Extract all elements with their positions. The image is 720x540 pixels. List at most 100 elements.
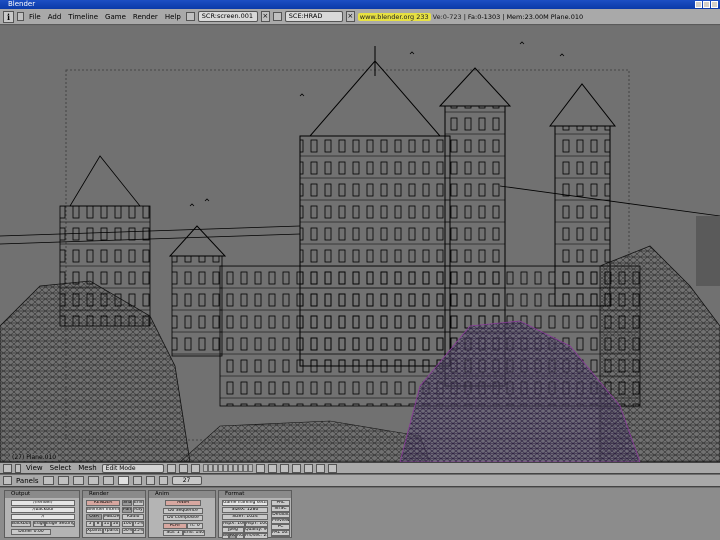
- face-select-icon[interactable]: [291, 463, 301, 473]
- shading-tab-icon[interactable]: [72, 476, 84, 485]
- size-y-field[interactable]: SizeY: 1024: [222, 514, 268, 520]
- size-75-button[interactable]: 75%: [133, 521, 144, 527]
- anim-button[interactable]: ANIM: [165, 500, 201, 506]
- ray-toggle[interactable]: Ray: [133, 507, 144, 513]
- game-framing-button[interactable]: Game framing settings: [222, 500, 268, 506]
- editing-tab-icon[interactable]: [102, 476, 114, 485]
- render-path-field[interactable]: //render/: [11, 500, 75, 506]
- do-composite-toggle[interactable]: Do Composite: [163, 515, 203, 521]
- render-button[interactable]: RENDER: [86, 500, 120, 506]
- manipulator-icon[interactable]: [190, 463, 200, 473]
- sound-settings-icon[interactable]: [158, 476, 168, 485]
- rt-field[interactable]: rt: 0: [187, 523, 203, 529]
- menu-select[interactable]: Select: [48, 464, 74, 472]
- menu-render[interactable]: Render: [131, 13, 160, 21]
- menu-game[interactable]: Game: [103, 13, 128, 21]
- yparts-field[interactable]: Yparts: 1: [103, 528, 120, 534]
- window-type-icon[interactable]: [3, 476, 12, 485]
- rgba-toggle[interactable]: RGBA: [236, 533, 244, 539]
- size-25-button[interactable]: 25%: [133, 528, 144, 534]
- size-100-button[interactable]: 100%: [122, 521, 133, 527]
- envmap-toggle[interactable]: EnvMap: [133, 500, 144, 506]
- occlude-icon[interactable]: [303, 463, 313, 473]
- play-button[interactable]: PLAY: [163, 523, 187, 529]
- current-frame-field[interactable]: 27: [171, 476, 202, 485]
- logic-tab-icon[interactable]: [42, 476, 54, 485]
- mode-select[interactable]: Edit Mode: [101, 463, 164, 473]
- blender-url-badge[interactable]: www.blender.org 233: [357, 12, 431, 21]
- header-collapse-icon[interactable]: [17, 12, 24, 21]
- start-frame-field[interactable]: Sta: 1: [163, 530, 183, 536]
- menu-mesh[interactable]: Mesh: [76, 464, 98, 472]
- dither-field[interactable]: Dither 0.00: [11, 529, 51, 535]
- fps-field[interactable]: Frs/sec: 25: [244, 533, 268, 539]
- radio-toggle[interactable]: Radio: [122, 514, 144, 520]
- menu-timeline[interactable]: Timeline: [66, 13, 100, 21]
- osa-16-button[interactable]: 16: [111, 521, 120, 527]
- bw-toggle[interactable]: BW: [222, 533, 229, 539]
- scene-browse-icon[interactable]: [272, 12, 282, 21]
- edge-settings-button[interactable]: Edge Settings: [45, 521, 75, 527]
- snap-icon[interactable]: [327, 463, 337, 473]
- pivot-icon[interactable]: [178, 463, 188, 473]
- lock-icon[interactable]: [255, 463, 265, 473]
- close-button[interactable]: [711, 1, 718, 8]
- info-window-type-icon[interactable]: i: [3, 10, 14, 23]
- backbuf-toggle[interactable]: Backbuf: [11, 521, 31, 527]
- scene-tab-icon[interactable]: [117, 476, 129, 485]
- screen-name-field[interactable]: SCR:screen.001: [197, 11, 258, 22]
- backbuf-path-field[interactable]: //backbuf: [11, 507, 75, 513]
- menu-view[interactable]: View: [24, 464, 45, 472]
- scene-name-field[interactable]: SCE:HRAD: [284, 11, 343, 22]
- output-panel: Output //render/ //backbuf // Backbuf Ed…: [4, 490, 80, 538]
- vertex-count: Ve:0-723: [432, 12, 462, 21]
- stats-separator: |: [502, 12, 505, 21]
- preset-pano[interactable]: PANO: [271, 536, 281, 538]
- anim-panel: Anim ANIM Do Sequence Do Composite PLAY …: [148, 490, 216, 538]
- header-collapse-icon[interactable]: [15, 463, 21, 473]
- buttons-window: Output //render/ //backbuf // Backbuf Ed…: [0, 488, 720, 540]
- buttons-window-header: Panels 27: [0, 475, 720, 487]
- osa-toggle[interactable]: OSA: [86, 514, 102, 520]
- edge-toggle[interactable]: Edge: [33, 521, 45, 527]
- rgb-toggle[interactable]: RGB: [229, 533, 236, 539]
- do-sequence-toggle[interactable]: Do Sequence: [163, 508, 203, 514]
- script-tab-icon[interactable]: [57, 476, 69, 485]
- minimize-button[interactable]: [695, 1, 702, 8]
- render-settings-icon[interactable]: [132, 476, 142, 485]
- 3d-viewport[interactable]: (27) Plane.010: [0, 26, 720, 462]
- pano-toggle[interactable]: Pano: [122, 507, 132, 513]
- vertex-select-icon[interactable]: [267, 463, 277, 473]
- preset-full[interactable]: FULL: [281, 536, 290, 538]
- panels-menu[interactable]: Panels: [16, 477, 39, 485]
- proportional-edit-icon[interactable]: [315, 463, 325, 473]
- menu-add[interactable]: Add: [46, 13, 64, 21]
- window-type-icon[interactable]: [3, 463, 12, 473]
- screen-browse-icon[interactable]: [185, 12, 195, 21]
- window-controls: [695, 1, 718, 8]
- scene-delete-icon[interactable]: ×: [345, 11, 355, 22]
- layer-buttons[interactable]: [202, 464, 253, 472]
- menu-help[interactable]: Help: [163, 13, 183, 21]
- screen-delete-icon[interactable]: ×: [260, 11, 270, 22]
- end-frame-field[interactable]: End: 140: [183, 530, 205, 536]
- shadow-toggle[interactable]: Shadow: [122, 500, 132, 506]
- osa-8-button[interactable]: 8: [94, 521, 102, 527]
- anim-settings-icon[interactable]: [145, 476, 155, 485]
- viewport-scroll-handle[interactable]: [696, 216, 720, 286]
- edge-select-icon[interactable]: [279, 463, 289, 473]
- layer-button[interactable]: [247, 464, 253, 472]
- osa-5-button[interactable]: 5: [86, 521, 94, 527]
- osa-11-button[interactable]: 11: [102, 521, 111, 527]
- menu-file[interactable]: File: [27, 13, 43, 21]
- size-x-field[interactable]: SizeX: 1280: [222, 507, 268, 513]
- size-50-button[interactable]: 50%: [122, 528, 133, 534]
- render-engine-select[interactable]: Blender Internal: [86, 507, 120, 513]
- mblur-toggle[interactable]: MBLUR: [103, 514, 120, 520]
- maximize-button[interactable]: [703, 1, 710, 8]
- object-tab-icon[interactable]: [87, 476, 99, 485]
- ftype-path-field[interactable]: //: [11, 514, 75, 520]
- xparts-field[interactable]: Xparts: 1: [86, 528, 103, 534]
- draw-type-icon[interactable]: [166, 463, 176, 473]
- face-count: Fa:0-1303: [467, 12, 501, 21]
